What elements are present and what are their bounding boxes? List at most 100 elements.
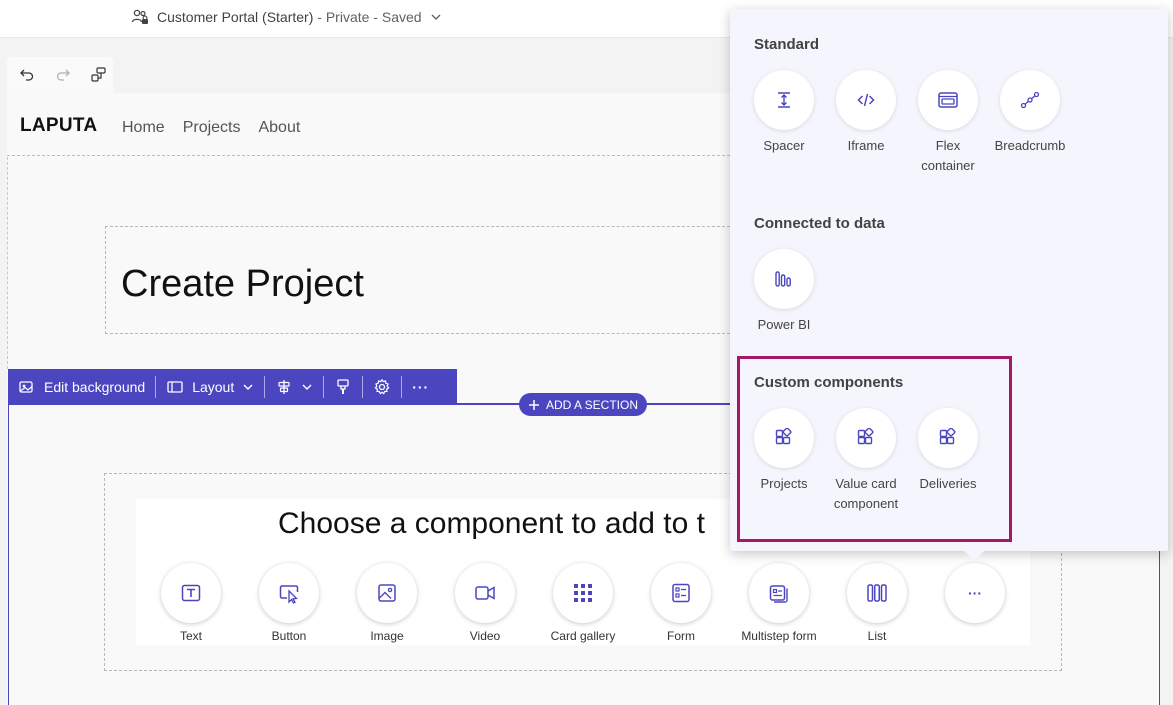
text-icon — [181, 584, 201, 602]
custom-components-highlight — [737, 356, 1012, 542]
layout-dropdown[interactable]: Layout — [156, 369, 264, 404]
site-logo: LAPUTA — [20, 115, 98, 136]
component-label: Card gallery — [550, 629, 616, 643]
component-image[interactable]: Image — [338, 563, 436, 643]
flyout-item-label: Spacer — [763, 138, 805, 153]
more-icon: ··· — [412, 378, 430, 395]
layout-label: Layout — [192, 378, 235, 395]
component-tree-icon — [91, 67, 106, 82]
flyout-circle — [754, 249, 814, 309]
component-text[interactable]: Text — [142, 563, 240, 643]
chevron-down-icon — [431, 14, 441, 20]
component-tree-button[interactable] — [89, 65, 109, 85]
component-label: Image — [370, 629, 404, 643]
add-section-label: ADD A SECTION — [545, 397, 639, 412]
redo-button[interactable] — [53, 65, 73, 85]
component-circle — [259, 563, 319, 623]
component-circle: ··· — [945, 563, 1005, 623]
undo-button[interactable] — [17, 65, 37, 85]
component-circle — [161, 563, 221, 623]
title-separator: - — [369, 9, 382, 25]
plus-icon — [528, 399, 539, 410]
component-circle — [455, 563, 515, 623]
format-painter-icon — [337, 378, 349, 394]
cursor-button-icon — [279, 585, 299, 604]
flex-container-icon — [938, 92, 958, 108]
edit-background-button[interactable]: Edit background — [8, 369, 155, 404]
more-options-button[interactable]: ··· — [402, 369, 439, 404]
save-status: Saved — [381, 9, 422, 25]
list-columns-icon — [867, 584, 887, 602]
title-separator: - — [313, 9, 326, 25]
flyout-circle — [754, 70, 814, 130]
alignment-dropdown[interactable] — [265, 369, 323, 404]
component-label: Button — [271, 629, 307, 643]
flyout-circle — [918, 70, 978, 130]
flyout-item-flex-container[interactable]: Flex container — [907, 70, 989, 176]
site-nav: Home Projects About — [122, 119, 300, 137]
gear-icon — [374, 378, 390, 395]
flyout-item-label: Flex — [935, 138, 961, 153]
undo-icon — [20, 69, 34, 81]
component-circle — [357, 563, 417, 623]
page-heading[interactable]: Create Project — [121, 263, 364, 306]
format-painter-button[interactable] — [324, 369, 362, 404]
component-label: List — [867, 629, 887, 643]
breadcrumb-icon — [1020, 91, 1040, 109]
component-label: Form — [667, 629, 695, 643]
edit-toolstrip — [7, 57, 113, 93]
component-circle — [651, 563, 711, 623]
component-circle — [553, 563, 613, 623]
flyout-item-label: Iframe — [847, 138, 885, 153]
edit-background-label: Edit background — [44, 378, 146, 395]
flyout-item-iframe[interactable]: Iframe — [825, 70, 907, 156]
component-button[interactable]: Button — [240, 563, 338, 643]
site-name: Customer Portal (Starter) — [157, 9, 314, 25]
component-video[interactable]: Video — [436, 563, 534, 643]
chevron-down-icon — [243, 384, 253, 390]
component-label: Video — [469, 629, 501, 643]
component-circle — [847, 563, 907, 623]
group-title-connected: Connected to data — [754, 215, 885, 232]
people-lock-icon — [131, 9, 148, 24]
multistep-form-icon — [769, 585, 788, 603]
flyout-item-label: Power BI — [757, 317, 811, 332]
flyout-pointer — [962, 549, 986, 561]
chevron-down-icon — [302, 384, 312, 390]
component-card-gallery[interactable]: Card gallery — [534, 563, 632, 643]
component-prompt: Choose a component to add to t — [278, 507, 705, 540]
flyout-item-breadcrumb[interactable]: Breadcrumb — [989, 70, 1071, 156]
group-title-standard: Standard — [754, 36, 820, 53]
power-bi-icon — [775, 271, 791, 287]
add-section-button[interactable]: ADD A SECTION — [519, 393, 647, 416]
visibility-status: Private — [325, 9, 370, 25]
site-title-dropdown[interactable]: Customer Portal (Starter) - Private - Sa… — [131, 8, 450, 26]
section-settings-button[interactable] — [363, 369, 401, 404]
nav-item-home[interactable]: Home — [122, 119, 165, 137]
flyout-item-spacer[interactable]: Spacer — [743, 70, 825, 156]
form-icon — [672, 583, 690, 603]
flyout-item-label: container — [921, 158, 975, 173]
flyout-circle — [836, 70, 896, 130]
flyout-item-power-bi[interactable]: Power BI — [743, 249, 825, 335]
component-label: Multistep form — [741, 629, 817, 643]
nav-item-projects[interactable]: Projects — [183, 119, 241, 137]
spacer-icon — [778, 92, 790, 108]
heading-container[interactable]: Create Project — [105, 226, 745, 334]
section-toolbar: Edit background Layout ··· — [8, 369, 457, 404]
video-icon — [475, 586, 495, 600]
component-form[interactable]: Form — [632, 563, 730, 643]
component-list[interactable]: List — [828, 563, 926, 643]
flyout-circle — [1000, 70, 1060, 130]
flyout-item-label: Breadcrumb — [994, 138, 1066, 153]
more-icon: ··· — [968, 585, 982, 601]
layout-icon — [167, 380, 183, 393]
redo-icon — [56, 69, 70, 81]
nav-item-about[interactable]: About — [258, 119, 300, 137]
grid-dots-icon — [574, 584, 592, 602]
align-center-icon — [278, 379, 290, 394]
paint-bucket-icon — [19, 380, 33, 393]
code-icon — [857, 93, 875, 107]
component-more-button[interactable]: ··· — [926, 563, 1024, 629]
component-multistep-form[interactable]: Multistep form — [730, 563, 828, 643]
